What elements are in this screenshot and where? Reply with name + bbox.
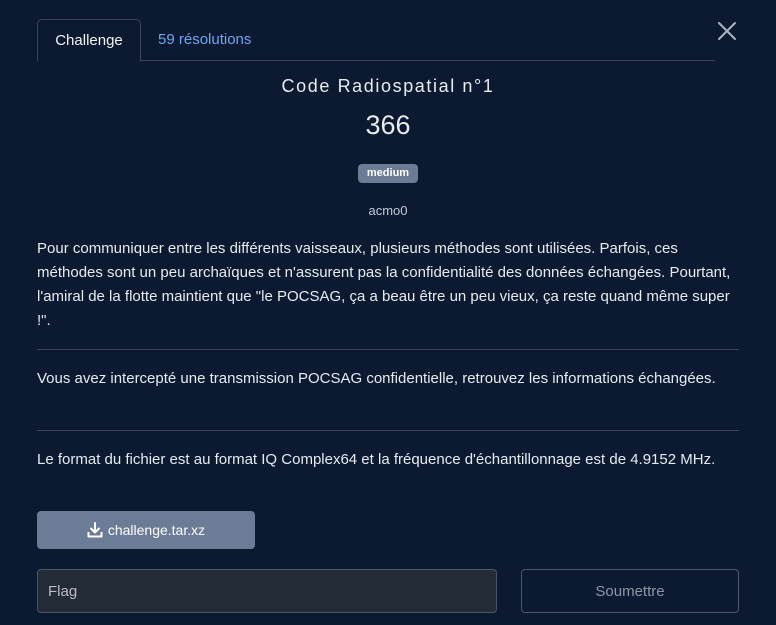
description-paragraph-3: Le format du fichier est au format IQ Co… <box>37 451 716 468</box>
challenge-author: acmo0 <box>368 203 408 218</box>
tab-bar: Challenge 59 résolutions <box>37 19 715 62</box>
flag-input[interactable] <box>37 569 497 613</box>
challenge-points: 366 <box>365 110 411 140</box>
download-icon <box>87 522 103 538</box>
download-filename: challenge.tar.xz <box>107 522 206 538</box>
close-icon[interactable] <box>716 20 738 42</box>
divider <box>37 349 739 350</box>
challenge-title: Code Radiospatial n°1 <box>281 76 495 96</box>
tab-challenge[interactable]: Challenge <box>37 19 141 62</box>
description-paragraph-1: Pour communiquer entre les différents va… <box>37 240 731 329</box>
tab-solves[interactable]: 59 résolutions <box>158 19 251 60</box>
download-button[interactable]: challenge.tar.xz <box>37 511 255 549</box>
difficulty-badge: medium <box>358 164 418 183</box>
description-paragraph-2: Vous avez intercepté une transmission PO… <box>37 370 716 387</box>
divider <box>37 430 739 431</box>
submit-button[interactable]: Soumettre <box>521 569 739 613</box>
